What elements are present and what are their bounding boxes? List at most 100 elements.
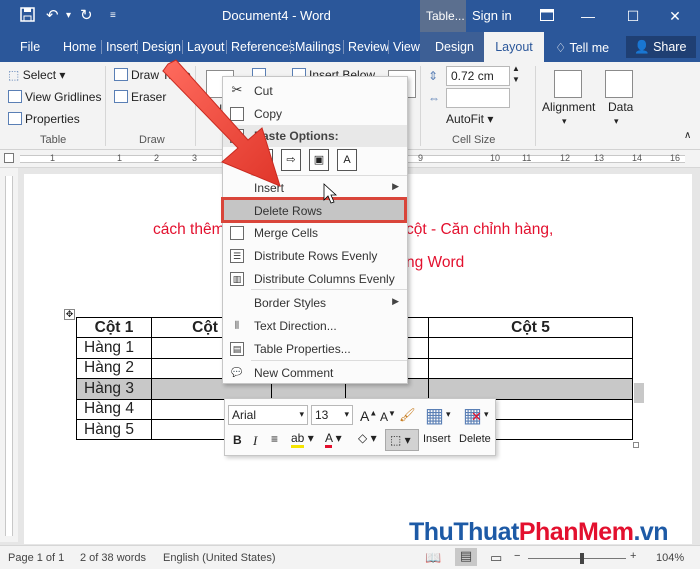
font-name-field[interactable]: Arial ▾ [228, 405, 308, 425]
tab-file[interactable]: File [20, 40, 40, 54]
menu-item-cut[interactable]: ✂ Cut [223, 80, 407, 102]
menu-separator [251, 360, 407, 361]
properties-button[interactable]: Properties [8, 112, 80, 126]
menu-item-text-direction[interactable]: ⫼ Text Direction... [223, 315, 407, 337]
borders-button[interactable]: ⬚ ▾ [385, 429, 419, 451]
table-cell[interactable]: Hàng 2 [76, 357, 152, 380]
highlight-color-button[interactable]: ab ▾ [291, 431, 314, 448]
redo-icon[interactable]: ↻ [80, 7, 93, 25]
table-move-handle[interactable]: ✥ [64, 309, 75, 320]
format-painter-icon[interactable]: 🖌 [399, 407, 416, 423]
draw-table-button[interactable]: Draw Table [114, 68, 191, 82]
print-layout-icon[interactable]: ▤ [455, 548, 477, 566]
tell-me-box[interactable]: ♢ Tell me [555, 40, 609, 55]
table-cell[interactable] [428, 337, 633, 359]
view-gridlines-button[interactable]: View Gridlines [8, 90, 101, 104]
language-indicator[interactable]: English (United States) [163, 552, 276, 564]
cell-size-group-label: Cell Size [452, 134, 496, 146]
ribbon-display-options-icon[interactable] [536, 6, 558, 26]
data-dropdown-icon[interactable]: ▾ [614, 116, 619, 127]
zoom-in-icon[interactable]: + [630, 550, 636, 562]
menu-item-merge-cells[interactable]: Merge Cells [223, 222, 407, 244]
insert-table-icon[interactable]: ▦ [425, 403, 444, 428]
table-cell[interactable] [428, 378, 633, 400]
menu-item-insert[interactable]: Insert ▶ [223, 177, 407, 199]
insert-button[interactable]: Insert [423, 433, 451, 445]
collapse-ribbon-icon[interactable]: ∧ [684, 130, 691, 141]
delete-dropdown-icon[interactable]: ▾ [484, 409, 489, 420]
height-spin-up[interactable]: ▲ [512, 64, 520, 73]
customize-quick-access-icon[interactable]: ≡ [110, 7, 116, 25]
tab-layout-page[interactable]: Layout [182, 40, 225, 54]
tab-view[interactable]: View [388, 40, 420, 54]
shrink-font-button[interactable]: A▼ [380, 409, 396, 424]
font-size-field[interactable]: 13 ▾ [311, 405, 353, 425]
shading-button[interactable]: ◇ ▾ [358, 431, 377, 445]
tab-table-design[interactable]: Design [420, 32, 484, 62]
height-spin-down[interactable]: ▼ [512, 75, 520, 84]
table-cell[interactable] [428, 357, 633, 380]
menu-item-new-comment[interactable]: 💬 New Comment [223, 362, 407, 384]
select-button[interactable]: ⬚ Select ▾ [8, 68, 65, 82]
table-cell[interactable]: Hàng 5 [76, 418, 152, 441]
sign-in-link[interactable]: Sign in [472, 8, 512, 23]
paste-picture-icon[interactable]: ▣ [309, 149, 329, 171]
eraser-label: Eraser [131, 90, 167, 104]
alignment-dropdown-icon[interactable]: ▾ [562, 116, 567, 127]
share-button[interactable]: 👤 Share [626, 36, 696, 58]
undo-dropdown-icon[interactable]: ▾ [66, 7, 71, 25]
web-layout-icon[interactable]: ▭ [490, 550, 502, 566]
menu-item-distribute-columns[interactable]: ▥ Distribute Columns Evenly [223, 268, 407, 290]
zoom-slider-track[interactable] [528, 558, 626, 559]
table-cell[interactable]: Hàng 4 [76, 398, 152, 420]
tab-references[interactable]: References [226, 40, 295, 54]
table-cell[interactable]: Hàng 1 [76, 337, 152, 359]
tab-review[interactable]: Review [343, 40, 389, 54]
zoom-out-icon[interactable]: − [514, 550, 520, 562]
table-header-cell[interactable]: Cột 1 [76, 316, 152, 339]
paste-text-only-icon[interactable]: A [337, 149, 357, 171]
font-color-button[interactable]: A ▾ [325, 431, 342, 448]
tab-table-layout[interactable]: Layout [484, 32, 544, 62]
insert-dropdown-icon[interactable]: ▾ [446, 409, 451, 420]
menu-item-copy[interactable]: Copy [223, 103, 407, 125]
tab-design[interactable]: Design [137, 40, 181, 54]
menu-item-distribute-rows[interactable]: ☰ Distribute Rows Evenly [223, 245, 407, 267]
tab-home[interactable]: Home [63, 40, 96, 54]
delete-table-icon[interactable]: ▦ ✕ [463, 403, 482, 428]
paste-merge-icon[interactable]: ⇨ [281, 149, 301, 171]
page-count[interactable]: Page 1 of 1 [8, 552, 64, 564]
table-header-cell[interactable]: Cột 5 [428, 316, 633, 339]
column-width-field[interactable] [446, 88, 510, 108]
minimize-icon[interactable]: — [577, 6, 599, 26]
row-height-field[interactable]: 0.72 cm [446, 66, 510, 86]
menu-item-table-properties[interactable]: ▤ Table Properties... [223, 338, 407, 360]
vertical-ruler[interactable] [0, 168, 18, 542]
menu-item-border-styles[interactable]: Border Styles ▶ [223, 292, 407, 314]
zoom-slider-thumb[interactable] [580, 553, 584, 564]
tab-mailings[interactable]: Mailings [290, 40, 341, 54]
table-cell[interactable]: Hàng 3 [76, 378, 152, 400]
save-icon[interactable] [20, 7, 35, 27]
tab-insert[interactable]: Insert [101, 40, 137, 54]
zoom-level[interactable]: 104% [656, 552, 684, 564]
paste-nest-table-icon[interactable]: ▦ [253, 149, 273, 171]
center-align-icon[interactable]: ≡ [271, 432, 278, 446]
table-resize-handle[interactable] [633, 442, 639, 448]
close-icon[interactable]: ✕ [664, 6, 686, 26]
tab-selector[interactable] [4, 153, 14, 163]
delete-button[interactable]: Delete [459, 433, 491, 445]
font-size-value: 13 [315, 408, 329, 422]
read-mode-icon[interactable]: 📖 [425, 550, 441, 566]
word-count[interactable]: 2 of 38 words [80, 552, 146, 564]
data-button[interactable]: Data [608, 100, 633, 114]
alignment-button[interactable]: Alignment [542, 100, 595, 114]
comment-icon: 💬 [231, 367, 243, 377]
autofit-button[interactable]: AutoFit ▾ [446, 112, 493, 126]
italic-button[interactable]: I [253, 433, 257, 449]
grow-font-button[interactable]: A▲ [360, 408, 377, 424]
undo-icon[interactable]: ↶ [46, 7, 59, 25]
eraser-button[interactable]: Eraser [114, 90, 166, 104]
maximize-icon[interactable]: ☐ [622, 6, 644, 26]
bold-button[interactable]: B [233, 433, 242, 447]
